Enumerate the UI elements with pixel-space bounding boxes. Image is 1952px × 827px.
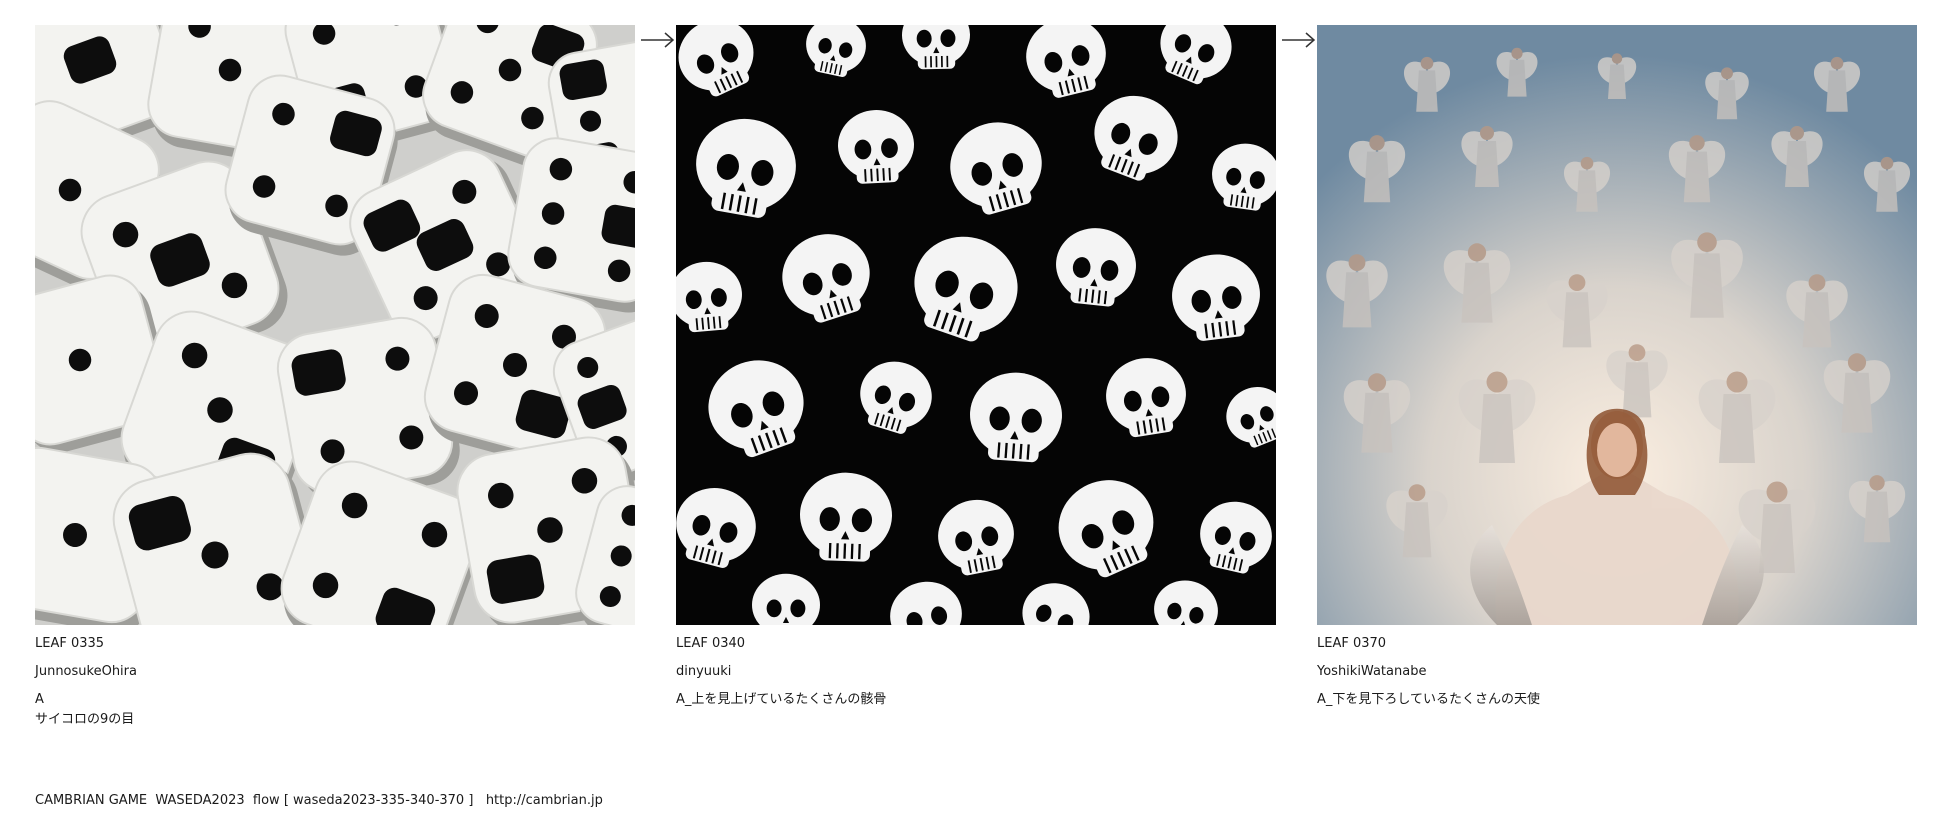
leaf-image-skulls[interactable] [676, 25, 1276, 625]
angels-illustration [1317, 25, 1917, 625]
leaf-image-dice[interactable] [35, 25, 635, 625]
leaf-prompt: A_上を見上げているたくさんの骸骨 [676, 692, 887, 707]
leaf-id: LEAF 0335 [35, 636, 105, 651]
dice-illustration [35, 25, 635, 625]
leaf-author: YoshikiWatanabe [1317, 664, 1427, 679]
footer-link[interactable]: http://cambrian.jp [486, 793, 603, 808]
leaf-prompt: A_下を見下ろしているたくさんの天使 [1317, 692, 1541, 707]
arrow-right-icon [640, 30, 676, 50]
leaf-id: LEAF 0340 [676, 636, 746, 651]
skulls-illustration [676, 25, 1276, 625]
leaf-author: JunnosukeOhira [35, 664, 137, 679]
leaf-id: LEAF 0370 [1317, 636, 1387, 651]
leaf-card-0335[interactable]: LEAF 0335 JunnosukeOhira A サイコロの9の目 [35, 25, 635, 730]
leaf-prompt: A サイコロの9の目 [35, 692, 135, 727]
leaf-card-0340[interactable]: LEAF 0340 dinyuuki A_上を見上げているたくさんの骸骨 [676, 25, 1276, 710]
leaf-author: dinyuuki [676, 664, 732, 679]
leaf-image-angels[interactable] [1317, 25, 1917, 625]
footer: CAMBRIAN GAME WASEDA2023 flow [ waseda20… [35, 793, 603, 809]
leaf-card-0370[interactable]: LEAF 0370 YoshikiWatanabe A_下を見下ろしているたくさ… [1317, 25, 1917, 710]
arrow-right-icon [1281, 30, 1317, 50]
footer-text: CAMBRIAN GAME WASEDA2023 flow [ waseda20… [35, 793, 486, 808]
